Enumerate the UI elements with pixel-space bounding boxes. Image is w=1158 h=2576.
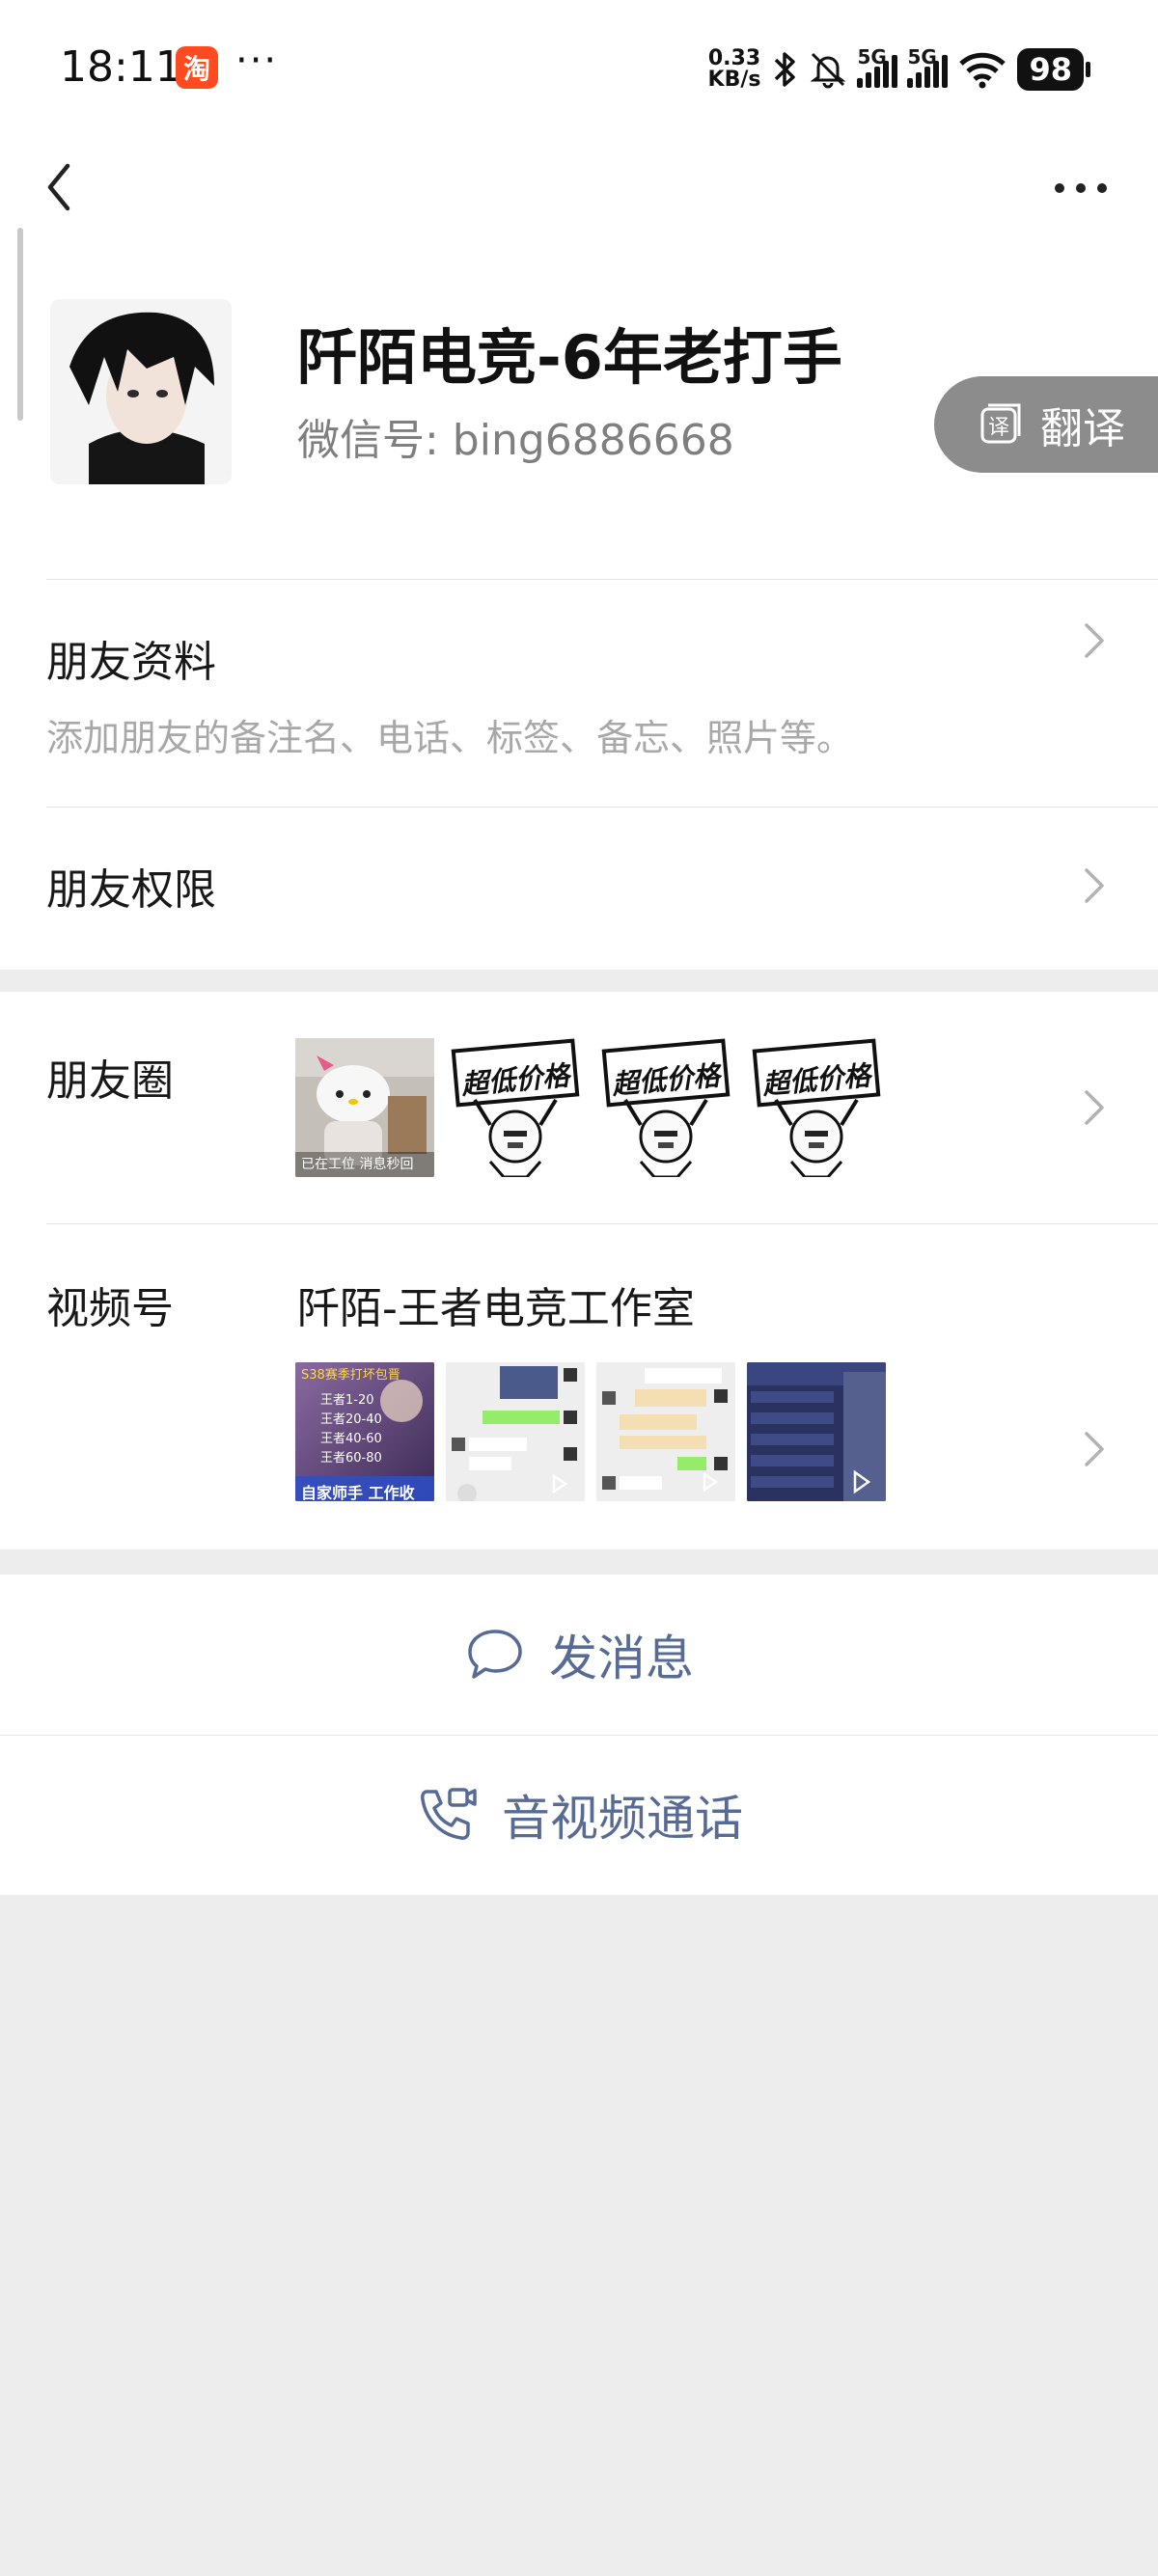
moments-thumbnail: 超低价格 <box>747 1038 886 1177</box>
chevron-right-icon <box>1085 623 1104 658</box>
channels-name: 阡陌-王者电竞工作室 <box>297 1284 695 1333</box>
status-bar: 18:11 淘 ··· 0.33 KB/s 5G 5G 98 <box>0 0 1158 135</box>
moments-row[interactable]: 朋友圈 已在工位 消息秒回 超低价格 超低价格 超低价格 <box>0 992 1158 1223</box>
avatar[interactable] <box>50 299 232 484</box>
back-arrow-icon[interactable] <box>39 158 87 216</box>
svg-text:译: 译 <box>988 416 1009 440</box>
moments-thumb-caption: 已在工位 消息秒回 <box>301 1157 414 1172</box>
moments-thumbnail: 超低价格 <box>446 1038 585 1177</box>
translate-label: 翻译 <box>1040 404 1125 453</box>
profile-header: 阡陌电竞-6年老打手 微信号: bing6886668 译 翻译 <box>0 232 1158 579</box>
network-speed-value: 0.33 <box>707 46 761 70</box>
taobao-notification-icon: 淘 <box>176 46 218 89</box>
battery-level: 98 <box>1017 48 1084 91</box>
channels-thumb-line: 王者40-60 <box>320 1432 382 1446</box>
contact-nickname: 阡陌电竞-6年老打手 <box>297 322 842 393</box>
status-icons: 0.33 KB/s 5G 5G 98 <box>708 42 1090 96</box>
friend-permission-title: 朋友权限 <box>46 865 216 915</box>
voice-video-call-label: 音视频通话 <box>502 1791 743 1847</box>
network-speed-unit: KB/s <box>707 68 761 92</box>
network-speed: 0.33 KB/s <box>708 48 761 91</box>
friend-settings-section: 朋友资料 添加朋友的备注名、电话、标签、备忘、照片等。 朋友权限 <box>0 579 1158 970</box>
chevron-right-icon <box>1085 1432 1104 1466</box>
channels-thumb-line: 王者60-80 <box>320 1451 382 1466</box>
channels-row[interactable]: 视频号 阡陌-王者电竞工作室 S38赛季打坏包晋 王者1-20 王者20-40 … <box>0 1223 1158 1549</box>
navigation-bar <box>0 135 1158 232</box>
send-message-button[interactable]: 发消息 <box>0 1575 1158 1735</box>
chat-bubble-icon <box>468 1630 522 1679</box>
translate-button[interactable]: 译 翻译 <box>934 376 1158 473</box>
moments-thumbnail: 超低价格 <box>596 1038 735 1177</box>
wechat-id: 微信号: bing6886668 <box>297 416 734 465</box>
channels-thumb-line: 王者20-40 <box>320 1412 382 1427</box>
chevron-right-icon <box>1085 1090 1104 1125</box>
channels-title: 视频号 <box>46 1284 174 1333</box>
scroll-indicator <box>17 228 23 421</box>
chevron-right-icon <box>1085 868 1104 903</box>
moments-title: 朋友圈 <box>46 1056 174 1106</box>
voice-video-call-button[interactable]: 音视频通话 <box>0 1735 1158 1895</box>
phone-video-icon <box>421 1788 477 1840</box>
channels-thumbnail: S38赛季打坏包晋 王者1-20 王者20-40 王者40-60 王者60-80… <box>295 1362 434 1501</box>
bluetooth-icon <box>775 52 796 87</box>
signal-sim2-icon: 5G <box>907 45 949 88</box>
friend-info-title: 朋友资料 <box>46 638 216 687</box>
more-options-icon[interactable] <box>1052 174 1110 203</box>
friend-info-row[interactable]: 朋友资料 添加朋友的备注名、电话、标签、备忘、照片等。 <box>0 579 1158 807</box>
wifi-icon <box>959 52 1006 89</box>
moments-thumbnail: 已在工位 消息秒回 <box>295 1038 434 1177</box>
channels-thumb-line: 王者1-20 <box>320 1393 374 1408</box>
translate-icon: 译 <box>980 403 1021 444</box>
moments-channels-section: 朋友圈 已在工位 消息秒回 超低价格 超低价格 超低价格 视频号 阡陌-王者电竞… <box>0 992 1158 1549</box>
friend-info-subtitle: 添加朋友的备注名、电话、标签、备忘、照片等。 <box>46 717 854 759</box>
channels-thumb-title: S38赛季打坏包晋 <box>301 1368 400 1383</box>
sim2-label: 5G <box>907 45 937 69</box>
channels-thumb-footer: 自家师手 工作收 <box>301 1484 415 1501</box>
mute-bell-icon <box>810 52 846 89</box>
channels-thumbnail <box>596 1362 735 1501</box>
signal-sim1-icon: 5G <box>857 45 898 88</box>
friend-permission-row[interactable]: 朋友权限 <box>0 807 1158 970</box>
channels-thumbnail <box>446 1362 585 1501</box>
channels-thumbnail <box>747 1362 886 1501</box>
status-time: 18:11 <box>60 42 182 92</box>
actions-section: 发消息 音视频通话 <box>0 1575 1158 1895</box>
send-message-label: 发消息 <box>549 1631 694 1686</box>
battery-tip <box>1086 62 1090 77</box>
more-notifications-icon: ··· <box>235 39 279 83</box>
sim1-label: 5G <box>857 45 887 69</box>
